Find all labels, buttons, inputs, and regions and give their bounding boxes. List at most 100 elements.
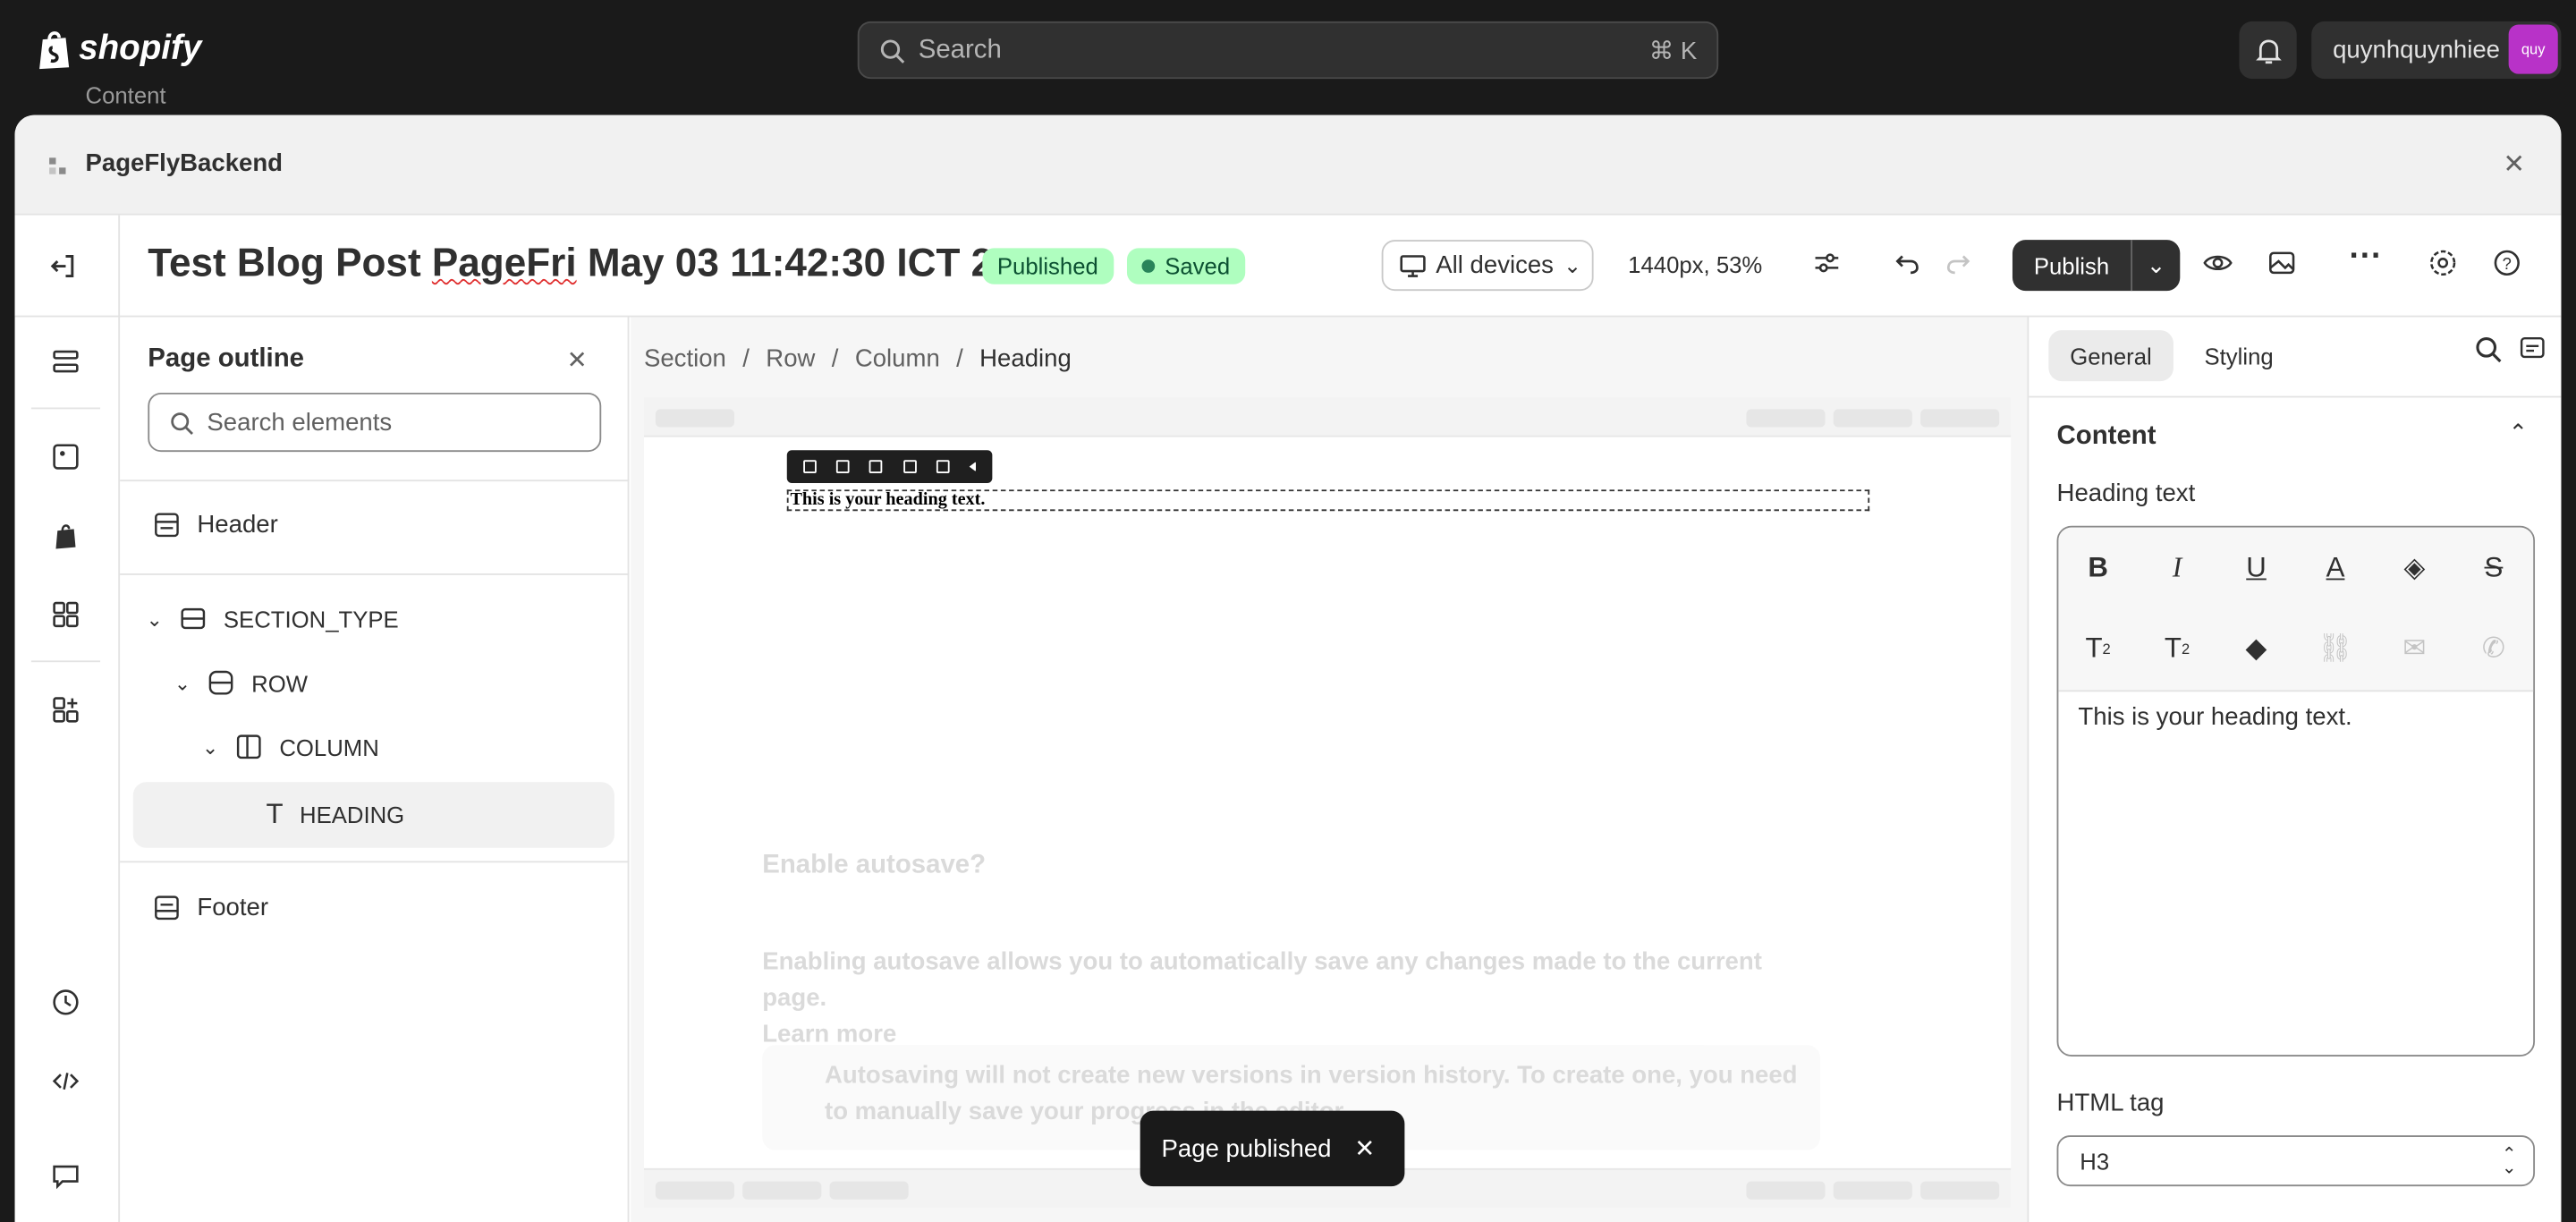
- app-name: PageFlyBackend: [85, 149, 284, 178]
- outline-item-footer[interactable]: Footer: [153, 894, 268, 921]
- help-icon[interactable]: ?: [2492, 248, 2521, 277]
- search-icon[interactable]: [2474, 335, 2502, 363]
- italic-icon[interactable]: I: [2138, 528, 2216, 610]
- breadcrumb-separator: /: [831, 344, 839, 373]
- redo-icon[interactable]: [1944, 248, 1973, 277]
- header-section-icon: [155, 513, 179, 538]
- image-icon[interactable]: [51, 442, 80, 471]
- skeleton: [1746, 409, 1826, 428]
- comment-icon[interactable]: [2519, 335, 2546, 363]
- delete-icon[interactable]: [869, 460, 884, 473]
- breadcrumb-row[interactable]: Row: [766, 345, 815, 373]
- layers-icon[interactable]: [51, 347, 80, 377]
- page-title-misspelled: PageFri: [431, 241, 577, 286]
- more-actions-icon[interactable]: ···: [2349, 238, 2382, 276]
- html-tag-select[interactable]: H3 ⌃ ⌄: [2056, 1135, 2536, 1187]
- history-clock-icon[interactable]: [51, 988, 80, 1017]
- panel-tabs: General Styling: [2048, 330, 2295, 382]
- strikethrough-icon[interactable]: S: [2454, 528, 2533, 610]
- outline-label: COLUMN: [279, 734, 379, 760]
- shopify-logo[interactable]: shopify: [36, 28, 201, 71]
- user-menu[interactable]: quynhquynhiee quy: [2311, 21, 2562, 80]
- email-icon[interactable]: ✉: [2375, 609, 2453, 688]
- publish-button[interactable]: Publish ⌄: [2012, 240, 2181, 292]
- shopify-bag-icon: [39, 31, 70, 70]
- move-icon[interactable]: [803, 460, 817, 473]
- subscript-icon[interactable]: T2: [2138, 609, 2216, 688]
- skeleton: [829, 1181, 909, 1200]
- superscript-icon[interactable]: T2: [2058, 609, 2137, 688]
- breadcrumb-heading: Heading: [979, 344, 1072, 373]
- divider: [120, 573, 630, 575]
- chevron-down-icon[interactable]: ⌄: [202, 735, 218, 759]
- tab-styling[interactable]: Styling: [2183, 330, 2295, 381]
- rte-content[interactable]: This is your heading text.: [2058, 692, 2533, 743]
- exit-editor-icon[interactable]: [47, 251, 77, 281]
- element-toolbar[interactable]: [786, 450, 993, 483]
- bell-icon: [2255, 38, 2281, 64]
- published-badge: Published: [982, 248, 1114, 284]
- rich-text-editor[interactable]: B I U A ◈ S T2 T2 ◆ ⛓ ✉ ✆ This is your h…: [2056, 525, 2536, 1057]
- media-icon[interactable]: [2267, 248, 2297, 277]
- divider: [120, 861, 630, 863]
- link-icon[interactable]: ⛓: [2296, 609, 2375, 688]
- chevron-down-icon: ⌄: [1563, 251, 1582, 277]
- outline-item-heading[interactable]: T HEADING: [132, 782, 614, 848]
- preview-eye-icon[interactable]: [2203, 248, 2233, 277]
- copy-icon[interactable]: [902, 460, 917, 473]
- breadcrumb-column[interactable]: Column: [855, 345, 940, 373]
- dismiss-toast-icon[interactable]: ✕: [1354, 1133, 1375, 1163]
- modal-header: PageFlyBackend ✕: [14, 115, 2562, 216]
- outline-item-header[interactable]: Header: [153, 511, 278, 539]
- page-title[interactable]: Test Blog Post PageFri May 03 11:42:30 I…: [148, 242, 1026, 287]
- apps-icon[interactable]: [51, 599, 80, 629]
- chevron-up-icon[interactable]: ⌃: [2509, 419, 2529, 446]
- outline-item-section[interactable]: ⌄ SECTION_TYPE: [146, 605, 398, 632]
- breadcrumb-separator: /: [956, 344, 963, 373]
- settings-gear-icon[interactable]: [2428, 248, 2458, 277]
- chat-icon[interactable]: [51, 1162, 80, 1192]
- chevron-down-icon[interactable]: ⌄: [174, 671, 191, 694]
- selected-heading-element[interactable]: This is your heading text.: [786, 489, 1870, 512]
- publish-options-chevron-icon[interactable]: ⌄: [2131, 240, 2180, 292]
- search-placeholder: Search: [918, 35, 1002, 64]
- tab-general[interactable]: General: [2048, 330, 2174, 382]
- page-preview-frame[interactable]: This is your heading text. Enable autosa…: [643, 397, 2012, 1208]
- outline-label: HEADING: [299, 802, 405, 828]
- adjust-icon[interactable]: [1812, 248, 1842, 277]
- select-arrows-icon: ⌃ ⌄: [2501, 1144, 2517, 1177]
- close-modal-icon[interactable]: ✕: [2503, 148, 2525, 181]
- notifications-button[interactable]: [2239, 21, 2297, 80]
- paste-icon[interactable]: [936, 460, 950, 473]
- undo-icon[interactable]: [1893, 248, 1922, 277]
- chevron-down-icon[interactable]: ⌄: [146, 607, 162, 631]
- app-icon: [47, 155, 67, 184]
- svg-text:?: ?: [2503, 254, 2512, 273]
- username: quynhquynhiee: [2333, 36, 2501, 64]
- close-outline-icon[interactable]: ✕: [567, 345, 588, 375]
- text-color-icon[interactable]: A: [2296, 528, 2375, 610]
- global-search[interactable]: Search ⌘ K: [857, 21, 1719, 80]
- shopify-icon[interactable]: [51, 521, 80, 550]
- page-outline-panel: Page outline ✕ Search elements Header ⌄ …: [120, 317, 630, 1222]
- divider: [120, 479, 630, 482]
- footer-section-icon: [155, 895, 179, 921]
- breadcrumb-section[interactable]: Section: [644, 345, 726, 373]
- collapse-icon[interactable]: [969, 462, 976, 472]
- add-apps-icon[interactable]: [51, 695, 80, 725]
- code-icon[interactable]: [51, 1066, 80, 1096]
- clear-format-eraser-icon[interactable]: ◆: [2216, 609, 2295, 688]
- device-select[interactable]: All devices ⌄: [1381, 240, 1594, 292]
- outline-label: SECTION_TYPE: [223, 605, 399, 632]
- outline-item-row[interactable]: ⌄ ROW: [174, 669, 308, 697]
- bold-icon[interactable]: B: [2058, 528, 2137, 610]
- element-search-input[interactable]: Search elements: [148, 392, 602, 453]
- duplicate-icon[interactable]: [836, 460, 851, 473]
- phone-icon[interactable]: ✆: [2454, 609, 2533, 688]
- fill-color-icon[interactable]: ◈: [2375, 528, 2453, 610]
- rte-toolbar: B I U A ◈ S T2 T2 ◆ ⛓ ✉ ✆: [2058, 527, 2534, 692]
- underline-icon[interactable]: U: [2216, 528, 2295, 610]
- outline-item-column[interactable]: ⌄ COLUMN: [202, 733, 379, 760]
- ghost-body-text: Enabling autosave allows you to automati…: [762, 947, 1762, 1013]
- content-section-title[interactable]: Content: [2057, 422, 2157, 452]
